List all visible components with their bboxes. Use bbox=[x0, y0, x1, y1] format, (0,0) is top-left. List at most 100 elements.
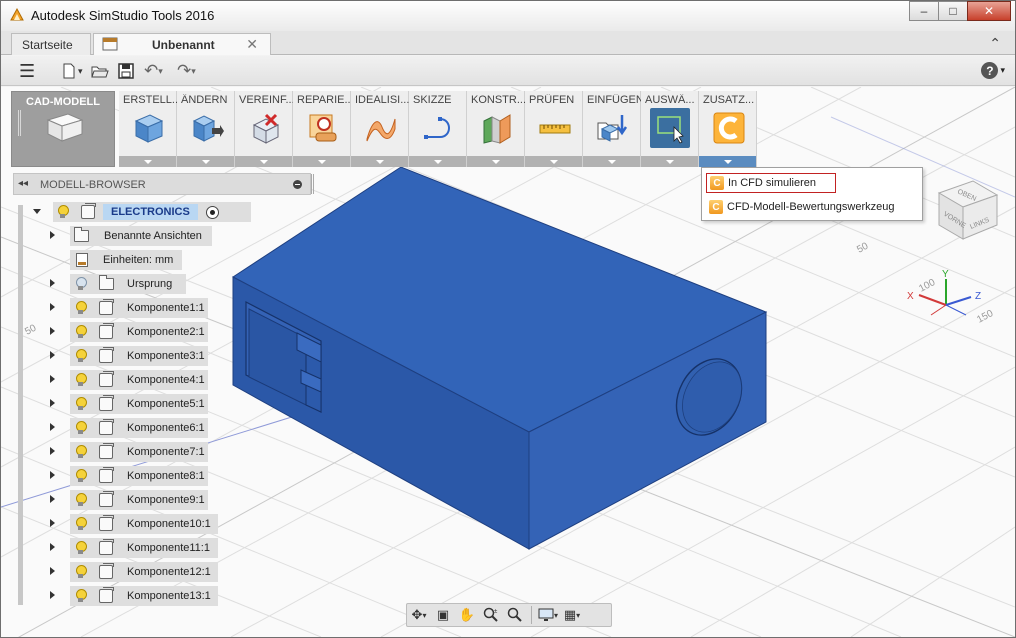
electronics-enclosure-model[interactable] bbox=[232, 166, 768, 550]
tree-node-component[interactable]: Komponente2:1 bbox=[70, 322, 208, 342]
expand-arrow-icon[interactable] bbox=[50, 375, 55, 383]
visibility-bulb-icon[interactable] bbox=[75, 541, 87, 555]
tree-node-component[interactable]: Komponente13:1 bbox=[70, 586, 218, 606]
ribbon-group-expand[interactable] bbox=[409, 156, 466, 167]
ribbon-group-expand[interactable] bbox=[235, 156, 292, 167]
zoom-button[interactable]: ± bbox=[480, 606, 502, 624]
expand-arrow-icon[interactable] bbox=[50, 519, 55, 527]
ribbon-group-expand[interactable] bbox=[177, 156, 234, 167]
activate-component-icon[interactable] bbox=[205, 205, 219, 219]
ribbon-group-expand[interactable] bbox=[119, 156, 176, 167]
visibility-bulb-icon[interactable] bbox=[75, 325, 87, 339]
tree-node-component[interactable]: Komponente4:1 bbox=[70, 370, 208, 390]
minimize-button[interactable]: – bbox=[909, 1, 939, 21]
tab-startseite[interactable]: Startseite bbox=[11, 33, 91, 55]
expand-arrow-icon[interactable] bbox=[33, 209, 41, 214]
tree-node-component[interactable]: Komponente7:1 bbox=[70, 442, 208, 462]
menu-item-in-cfd-simulieren[interactable]: C In CFD simulieren bbox=[706, 173, 836, 193]
ribbon-group-erstellen[interactable]: ERSTELL... bbox=[119, 91, 177, 167]
orbit-button[interactable]: ✥ ▾ bbox=[408, 606, 430, 624]
ribbon-grip[interactable] bbox=[18, 110, 21, 136]
display-settings-button[interactable]: ▾ bbox=[537, 606, 559, 624]
expand-arrow-icon[interactable] bbox=[50, 495, 55, 503]
ribbon-group-expand[interactable] bbox=[351, 156, 408, 167]
browser-grip[interactable] bbox=[311, 174, 314, 194]
ribbon-group-idealisieren[interactable]: IDEALISI... bbox=[351, 91, 409, 167]
undo-button[interactable]: ↶ ▾ bbox=[144, 61, 163, 80]
tree-node-component[interactable]: Komponente8:1 bbox=[70, 466, 208, 486]
tab-unbenannt[interactable]: Unbenannt ✕ bbox=[93, 33, 271, 55]
expand-arrow-icon[interactable] bbox=[50, 543, 55, 551]
pan-button[interactable]: ✋ bbox=[456, 606, 478, 624]
ribbon-group-reparieren[interactable]: REPARIE... bbox=[293, 91, 351, 167]
expand-arrow-icon[interactable] bbox=[50, 591, 55, 599]
tree-root-node[interactable]: ELECTRONICS bbox=[53, 202, 251, 222]
menu-item-cfd-bewertungswerkzeug[interactable]: C CFD-Modell-Bewertungswerkzeug bbox=[706, 197, 895, 217]
expand-arrow-icon[interactable] bbox=[50, 567, 55, 575]
maximize-button[interactable]: □ bbox=[938, 1, 968, 21]
visibility-bulb-icon[interactable] bbox=[75, 421, 87, 435]
tree-node-component[interactable]: Komponente3:1 bbox=[70, 346, 208, 366]
tree-node-component[interactable]: Komponente9:1 bbox=[70, 490, 208, 510]
tree-node-origin[interactable]: Ursprung bbox=[70, 274, 186, 294]
visibility-bulb-icon[interactable] bbox=[75, 469, 87, 483]
look-at-button[interactable]: ▣ bbox=[432, 606, 454, 624]
help-button[interactable]: ? ▾ bbox=[981, 62, 1005, 79]
ribbon-group-zusatzmodule[interactable]: ZUSATZ... bbox=[699, 91, 757, 167]
browser-scrollbar[interactable] bbox=[18, 205, 23, 605]
tree-node-component[interactable]: Komponente11:1 bbox=[70, 538, 218, 558]
ribbon-group-expand[interactable] bbox=[467, 156, 524, 167]
workspace-switcher[interactable]: CAD-MODELL bbox=[11, 91, 115, 167]
ribbon-group-skizze[interactable]: SKIZZE bbox=[409, 91, 467, 167]
expand-arrow-icon[interactable] bbox=[50, 279, 55, 287]
minimize-browser-icon[interactable] bbox=[293, 180, 302, 189]
ribbon-group-expand[interactable] bbox=[641, 156, 698, 167]
tree-node-component[interactable]: Komponente10:1 bbox=[70, 514, 218, 534]
collapse-browser-icon[interactable]: ◂◂ bbox=[18, 178, 28, 189]
visibility-bulb-icon[interactable] bbox=[75, 349, 87, 363]
ribbon-group-expand[interactable] bbox=[293, 156, 350, 167]
grid-settings-button[interactable]: ▦ ▾ bbox=[561, 606, 583, 624]
visibility-bulb-icon[interactable] bbox=[57, 205, 69, 219]
visibility-bulb-icon[interactable] bbox=[75, 373, 87, 387]
visibility-bulb-icon[interactable] bbox=[75, 493, 87, 507]
tree-node-component[interactable]: Komponente6:1 bbox=[70, 418, 208, 438]
ribbon-group-expand[interactable] bbox=[525, 156, 582, 167]
visibility-bulb-icon[interactable] bbox=[75, 517, 87, 531]
ribbon-group-auswahl[interactable]: AUSWÄ... bbox=[641, 91, 699, 167]
visibility-bulb-icon[interactable] bbox=[75, 565, 87, 579]
expand-arrow-icon[interactable] bbox=[50, 399, 55, 407]
tree-node-component[interactable]: Komponente1:1 bbox=[70, 298, 208, 318]
expand-arrow-icon[interactable] bbox=[50, 231, 55, 239]
open-button[interactable] bbox=[91, 62, 109, 80]
close-window-button[interactable]: ✕ bbox=[967, 1, 1011, 21]
redo-button[interactable]: ↷ ▾ bbox=[177, 61, 196, 80]
tree-node-component[interactable]: Komponente5:1 bbox=[70, 394, 208, 414]
ribbon-group-aendern[interactable]: ÄNDERN bbox=[177, 91, 235, 167]
ribbon-group-expand[interactable] bbox=[699, 156, 756, 167]
visibility-bulb-icon[interactable] bbox=[75, 445, 87, 459]
tree-node-units[interactable]: Einheiten: mm bbox=[70, 250, 182, 270]
expand-arrow-icon[interactable] bbox=[50, 327, 55, 335]
ribbon-group-vereinfachen[interactable]: VEREINF... bbox=[235, 91, 293, 167]
visibility-bulb-icon[interactable] bbox=[75, 301, 87, 315]
ribbon-group-konstruktion[interactable]: KONSTR... bbox=[467, 91, 525, 167]
expand-arrow-icon[interactable] bbox=[50, 303, 55, 311]
view-cube[interactable]: OBEN VORNE LINKS bbox=[937, 180, 999, 240]
visibility-bulb-icon[interactable] bbox=[75, 277, 87, 291]
fit-button[interactable] bbox=[504, 606, 526, 624]
tree-node-component[interactable]: Komponente12:1 bbox=[70, 562, 218, 582]
expand-arrow-icon[interactable] bbox=[50, 447, 55, 455]
main-menu-icon[interactable]: ☰ bbox=[19, 61, 35, 81]
ribbon-group-expand[interactable] bbox=[583, 156, 640, 167]
collapse-ribbon-icon[interactable]: ⌃ bbox=[989, 35, 1001, 52]
tree-node-named-views[interactable]: Benannte Ansichten bbox=[70, 226, 212, 246]
ribbon-group-einfuegen[interactable]: EINFÜGEN bbox=[583, 91, 641, 167]
expand-arrow-icon[interactable] bbox=[50, 351, 55, 359]
save-button[interactable] bbox=[118, 62, 134, 80]
close-tab-icon[interactable]: ✕ bbox=[246, 36, 258, 53]
ribbon-group-pruefen[interactable]: PRÜFEN bbox=[525, 91, 583, 167]
new-file-button[interactable]: ▾ bbox=[61, 62, 83, 80]
expand-arrow-icon[interactable] bbox=[50, 423, 55, 431]
visibility-bulb-icon[interactable] bbox=[75, 589, 87, 603]
